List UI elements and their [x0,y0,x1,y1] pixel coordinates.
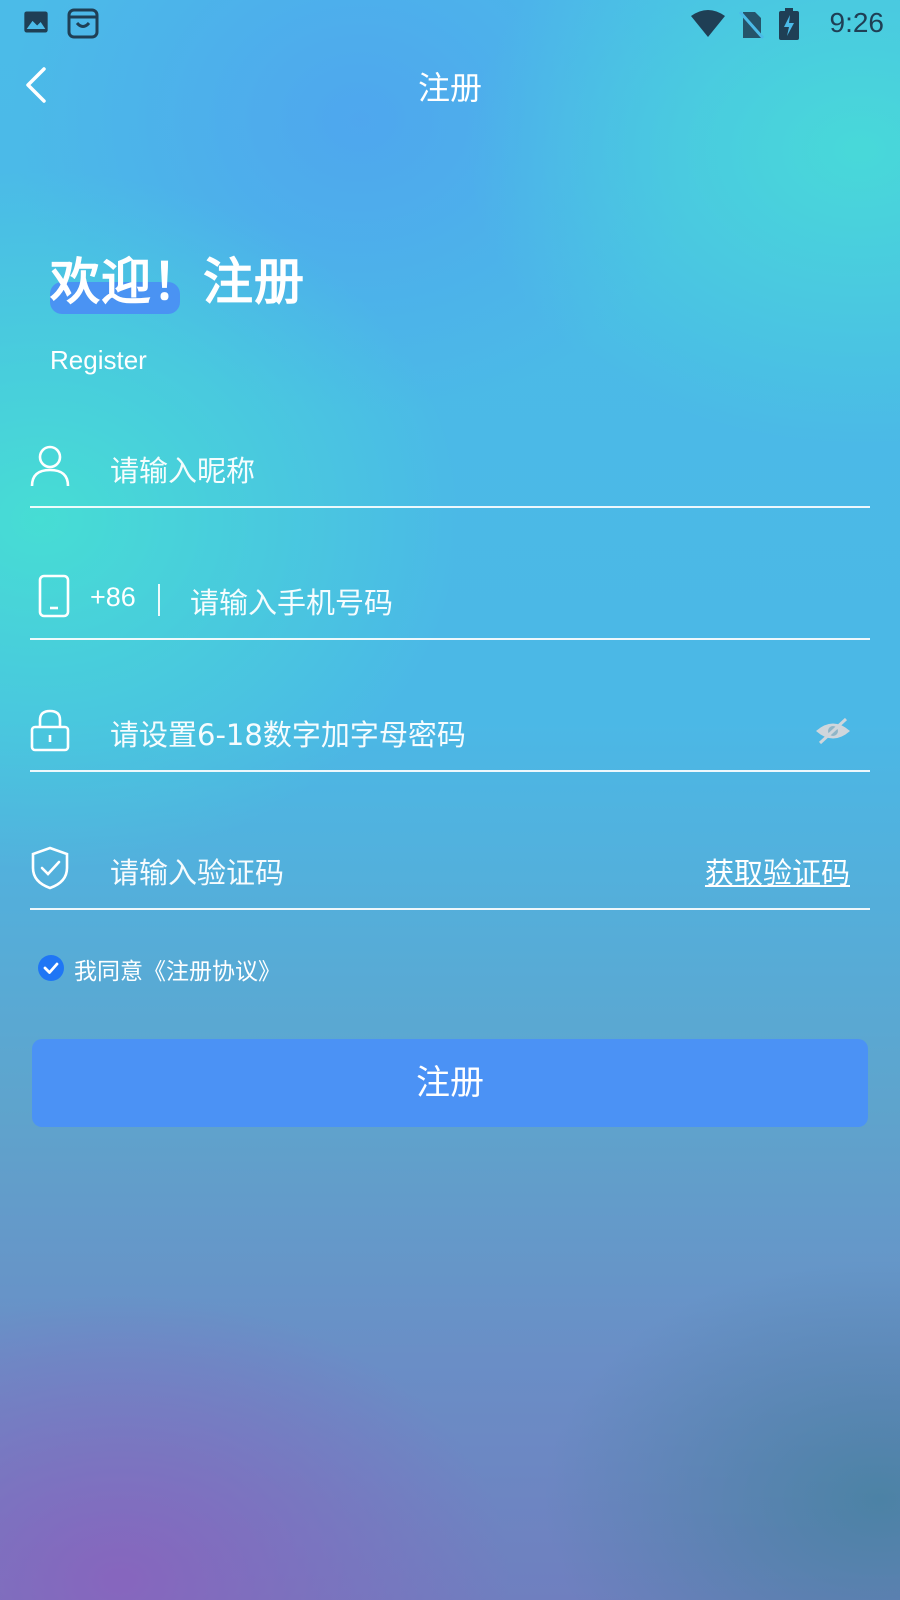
check-icon [43,962,59,974]
status-bar: 9:26 [0,0,900,50]
agreement-checkbox[interactable] [38,955,64,981]
no-sim-icon [738,11,764,39]
page-title: 注册 [417,69,482,107]
gallery-icon [24,11,48,33]
register-button[interactable]: 注册 [32,1039,868,1127]
divider [158,584,160,616]
phone-input[interactable]: 请输入手机号码 [190,580,393,622]
nickname-input[interactable]: 请输入昵称 [110,448,255,490]
user-icon [30,445,70,487]
top-bar: 注册 [0,55,900,115]
status-time: 9:26 [829,7,885,38]
phone-icon [38,574,70,618]
phone-field-row[interactable]: +86 请输入手机号码 [30,560,870,640]
agreement-text[interactable]: 我同意《注册协议》 [74,952,281,986]
wifi-icon [691,10,725,37]
welcome-subtitle: Register [50,345,147,375]
code-field-row[interactable]: 请输入验证码 获取验证码 [30,830,870,910]
password-input[interactable]: 请设置6-18数字加字母密码 [110,712,466,754]
code-input[interactable]: 请输入验证码 [110,850,284,892]
nickname-field-row[interactable]: 请输入昵称 [30,428,870,508]
welcome-title: 欢迎！注册 [50,253,305,311]
password-field-row[interactable]: 请设置6-18数字加字母密码 [30,692,870,772]
battery-charging-icon [779,8,799,40]
shopping-bag-icon [67,8,99,39]
shield-check-icon [31,846,69,890]
eye-off-icon[interactable] [814,716,852,746]
country-code[interactable]: +86 [90,582,136,613]
lock-icon [30,709,70,752]
get-code-button[interactable]: 获取验证码 [705,850,850,892]
